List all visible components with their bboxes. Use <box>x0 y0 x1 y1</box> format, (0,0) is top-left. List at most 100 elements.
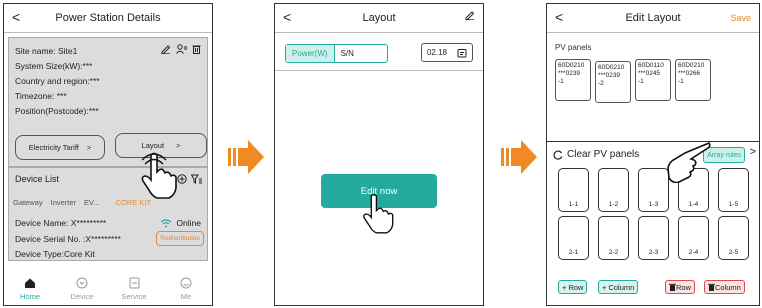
device-type: Device Type:Core Kit <box>15 249 95 259</box>
nav-home-label: Home <box>19 292 40 301</box>
online-status: Online <box>160 218 201 228</box>
power-station-details-screen: < Power Station Details Site name: Site1… <box>3 3 213 306</box>
site-info-card: Site name: Site1 System Size(kW):*** Cou… <box>8 37 208 167</box>
page-title: Layout <box>362 12 396 24</box>
header: < Power Station Details <box>4 4 212 33</box>
site-actions <box>161 44 201 54</box>
layout-slot[interactable]: 2-1 <box>558 216 589 260</box>
layout-slot[interactable]: 1-3 <box>638 168 669 212</box>
layout-slot[interactable]: 1-2 <box>598 168 629 212</box>
pv-index: -1 <box>558 78 564 85</box>
position-postcode: Position(Postcode):*** <box>15 106 99 116</box>
filter-icon[interactable] <box>191 174 202 184</box>
delete-icon[interactable] <box>192 44 201 54</box>
pv-panel-card[interactable]: 60D0210 ***0266 -1 <box>675 59 711 101</box>
wifi-icon <box>161 218 172 227</box>
tab-power[interactable]: Power(W) <box>286 45 335 62</box>
add-column-button[interactable]: + Column <box>598 280 639 294</box>
device-serial: Device Serial No. :X********* <box>15 234 121 244</box>
home-icon <box>25 278 35 288</box>
chevron-right-icon[interactable]: > <box>750 146 756 158</box>
pv-index: -2 <box>598 80 604 87</box>
page-title: Edit Layout <box>625 12 681 24</box>
share-user-icon[interactable] <box>176 44 187 54</box>
pv-id: 60D0210 <box>678 62 705 69</box>
system-size: System Size(kW):*** <box>15 61 93 71</box>
header: < Edit Layout Save <box>547 4 759 33</box>
redistribution-button[interactable]: Redistribution <box>156 231 204 246</box>
refresh-icon <box>553 150 563 160</box>
pv-id: 60D0210 <box>558 62 585 69</box>
delete-row-label: Row <box>676 282 692 292</box>
page-title: Power Station Details <box>55 12 161 24</box>
layout-slot[interactable]: 1-5 <box>718 168 749 212</box>
chevron-right-icon: > <box>86 143 92 152</box>
hand-pointer-icon <box>141 152 177 199</box>
site-name: Site name: Site1 <box>15 46 78 56</box>
divider <box>275 70 483 71</box>
clear-pv-panels-label: Clear PV panels <box>567 149 640 160</box>
chevron-right-icon: > <box>176 141 181 150</box>
nav-service[interactable]: Service <box>114 265 154 305</box>
nav-me[interactable]: Me <box>166 265 206 305</box>
tab-inverter[interactable]: Inverter <box>51 198 76 207</box>
pv-index: -1 <box>678 78 684 85</box>
hand-pointer-icon <box>667 142 711 183</box>
edit-layout-screen: < Edit Layout Save PV panels 60D0210 ***… <box>546 3 760 306</box>
hand-pointer-icon <box>363 194 394 234</box>
country-region: Country and region:*** <box>15 76 100 86</box>
device-icon <box>76 277 88 289</box>
tab-sn[interactable]: S/N <box>335 45 387 62</box>
layout-slot[interactable]: 1-1 <box>558 168 589 212</box>
save-button[interactable]: Save <box>730 13 751 23</box>
service-icon <box>129 277 139 289</box>
pv-panel-card[interactable]: 60D0110 ***0245 -1 <box>635 59 671 101</box>
pv-id: 60D0110 <box>638 62 664 69</box>
nav-service-label: Service <box>121 292 147 301</box>
pv-index: -1 <box>638 78 644 85</box>
pv-serial: ***0239 <box>598 72 621 79</box>
layout-slot[interactable]: 2-3 <box>638 216 669 260</box>
device-name: Device Name: X********* <box>15 218 107 228</box>
tab-ev[interactable]: EV... <box>84 198 100 207</box>
power-sn-toggle: Power(W) S/N <box>285 44 388 63</box>
nav-device-label: Device <box>70 292 94 301</box>
layout-slot[interactable]: 2-2 <box>598 216 629 260</box>
date-value: 02.18 <box>426 48 448 57</box>
delete-row-button[interactable]: Row <box>665 280 696 294</box>
bottom-nav: Home Device Service Me <box>4 265 212 305</box>
me-icon <box>180 277 192 289</box>
layout-screen: < Layout Power(W) S/N 02.18 Edit now <box>274 3 484 306</box>
pv-serial: ***0239 <box>558 70 581 77</box>
layout-slot[interactable]: 2-5 <box>718 216 749 260</box>
electricity-tariff-button[interactable]: Electricity Tariff > <box>15 135 105 160</box>
pv-id: 60D0210 <box>598 64 625 71</box>
nav-device[interactable]: Device <box>62 265 102 305</box>
pv-serial: ***0266 <box>678 70 701 77</box>
device-list-title: Device List <box>15 174 60 184</box>
trash-icon <box>708 283 715 291</box>
delete-column-label: Column <box>715 282 741 292</box>
pv-panels-label: PV panels <box>555 43 592 52</box>
step-arrow-icon <box>501 140 537 174</box>
pv-panel-card[interactable]: 60D0210 ***0239 -1 <box>555 59 591 101</box>
nav-home[interactable]: Home <box>10 265 50 305</box>
tab-gateway[interactable]: Gateway <box>13 198 43 207</box>
step-arrow-icon <box>228 140 264 174</box>
header: < Layout <box>275 4 483 33</box>
delete-column-button[interactable]: Column <box>704 280 745 294</box>
pv-panel-card[interactable]: 60D0210 ***0239 -2 <box>595 61 631 103</box>
trash-icon <box>669 283 676 291</box>
date-picker[interactable]: 02.18 <box>421 43 473 62</box>
online-label: Online <box>176 218 201 228</box>
nav-me-label: Me <box>180 292 192 301</box>
edit-icon[interactable] <box>465 10 475 20</box>
pv-serial: ***0245 <box>638 70 661 77</box>
timezone: Timezone: *** <box>15 91 67 101</box>
add-row-button[interactable]: + Row <box>558 280 588 294</box>
clear-pv-panels-button[interactable]: Clear PV panels <box>553 149 639 160</box>
edit-icon[interactable] <box>161 44 171 54</box>
divider <box>547 141 759 142</box>
layout-slot[interactable]: 2-4 <box>678 216 709 260</box>
calendar-icon <box>457 48 467 57</box>
